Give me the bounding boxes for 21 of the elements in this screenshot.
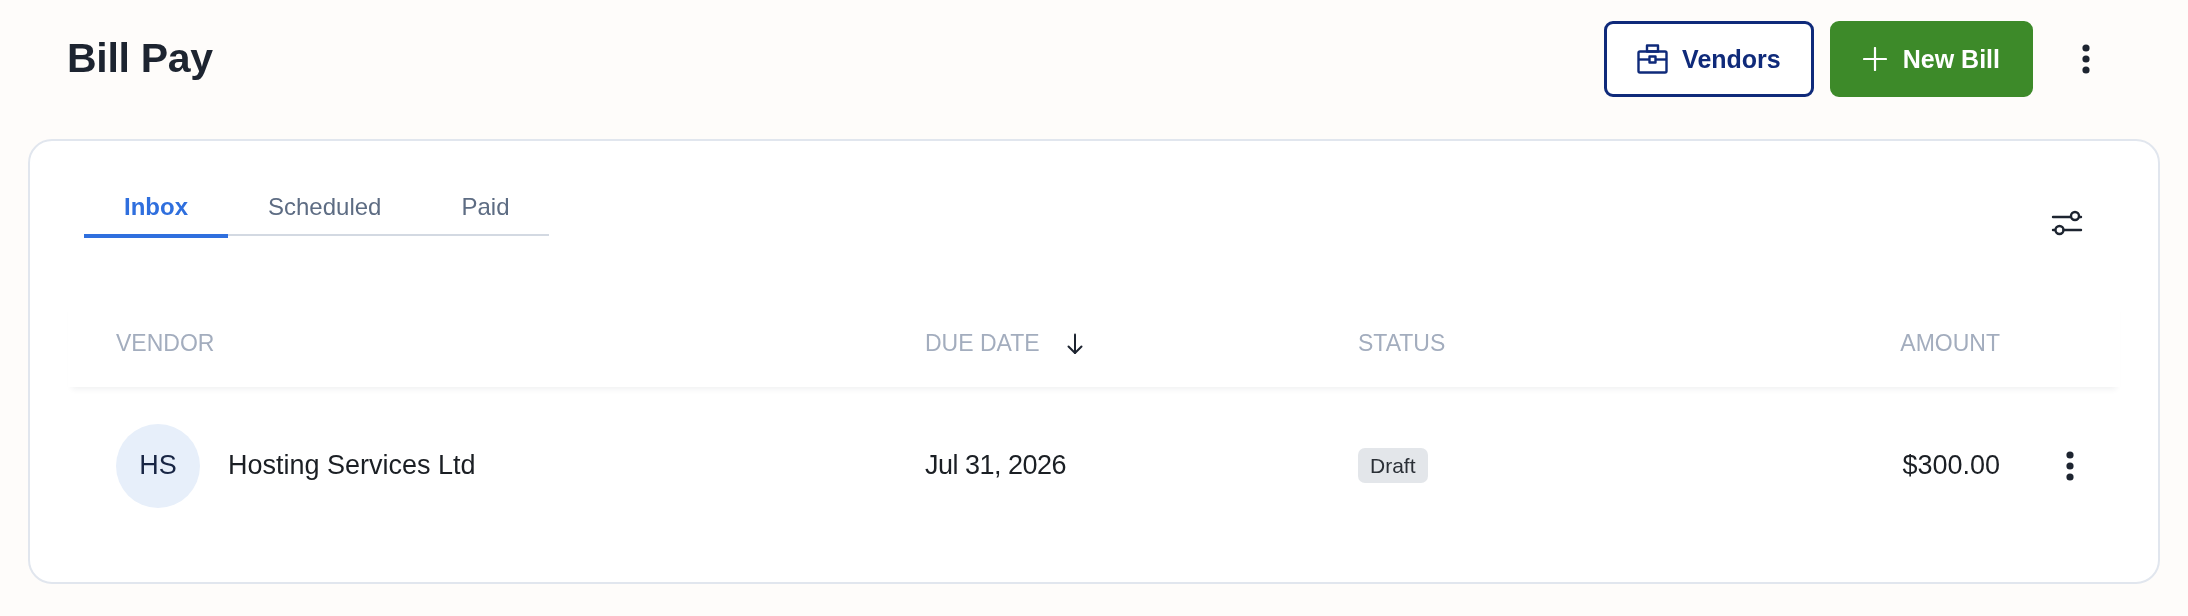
tab[interactable]: Scheduled — [228, 180, 422, 238]
column-header: VENDOR — [116, 332, 215, 355]
filter-icon[interactable] — [2051, 209, 2083, 237]
status-tag: Draft — [1358, 448, 1428, 483]
plus-icon — [1862, 47, 1887, 71]
tab[interactable]: Paid — [421, 180, 550, 238]
due-date: Jul 31, 2026 — [925, 449, 1067, 480]
page-title: Bill Pay — [67, 34, 213, 84]
column-header: AMOUNT — [1900, 332, 2000, 355]
new-bill-button[interactable]: New Bill — [1829, 21, 2033, 97]
briefcase-icon — [1637, 44, 1669, 74]
amount: $300.00 — [1902, 450, 2000, 481]
column-header: DUE DATE — [925, 332, 1040, 355]
vendor-name: Hosting Services Ltd — [228, 450, 476, 481]
vendors-button[interactable]: Vendors — [1604, 21, 1814, 97]
more-options-icon[interactable] — [2082, 44, 2090, 74]
more-options-icon[interactable] — [2066, 450, 2074, 481]
arrow-down-icon[interactable] — [1065, 332, 1084, 355]
tab[interactable]: Inbox — [84, 180, 228, 238]
column-header: STATUS — [1358, 332, 1446, 355]
vendor-avatar: HS — [116, 423, 200, 508]
